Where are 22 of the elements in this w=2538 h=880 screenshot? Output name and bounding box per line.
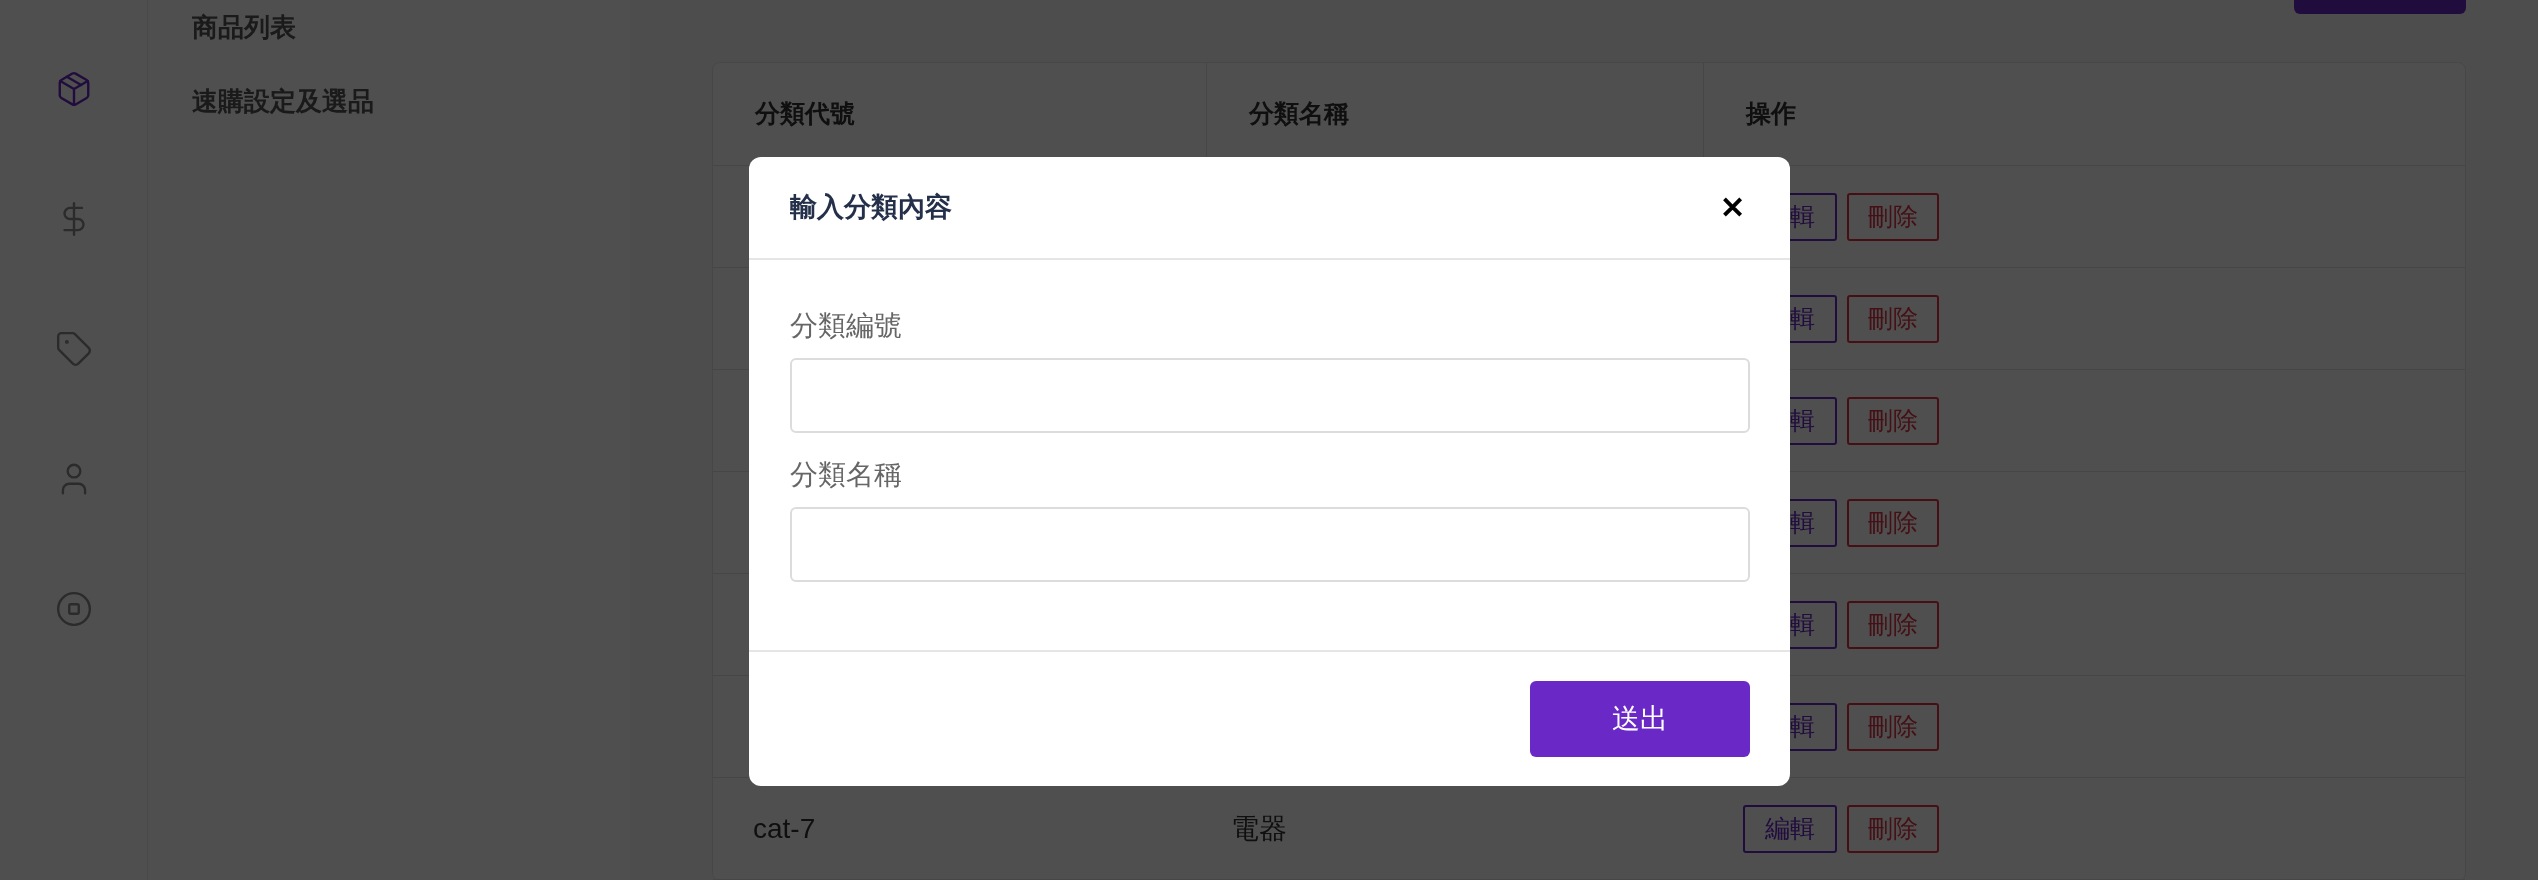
table-cell-text: 電器 (1231, 811, 1287, 846)
field-label: 分類名稱 (789, 458, 903, 492)
edit-button[interactable]: 編輯 (1743, 804, 1837, 853)
delete-button[interactable]: 刪除 (1847, 804, 1939, 853)
close-button[interactable]: ✕ (1719, 192, 1745, 223)
column-header: 操作 (1746, 98, 1796, 130)
modal-title: 輸入分類內容 (789, 191, 952, 225)
table-cell-text: cat-7 (753, 811, 816, 846)
column-header: 分類代號 (755, 98, 855, 130)
delete-button[interactable]: 刪除 (1847, 294, 1939, 343)
delete-button[interactable]: 刪除 (1847, 702, 1939, 751)
input-field[interactable] (789, 358, 1750, 433)
column-header: 分類名稱 (1249, 98, 1349, 130)
tag-icon[interactable] (54, 330, 93, 368)
delete-button[interactable]: 刪除 (1847, 600, 1939, 649)
input-field[interactable] (789, 507, 1750, 582)
field-label: 分類編號 (789, 309, 903, 343)
delete-button[interactable]: 刪除 (1847, 396, 1939, 445)
stop-circle-icon[interactable] (54, 590, 93, 628)
submit-button[interactable]: 送出 (1529, 681, 1750, 757)
delete-button[interactable]: 刪除 (1847, 192, 1939, 241)
delete-button[interactable]: 刪除 (1847, 498, 1939, 547)
